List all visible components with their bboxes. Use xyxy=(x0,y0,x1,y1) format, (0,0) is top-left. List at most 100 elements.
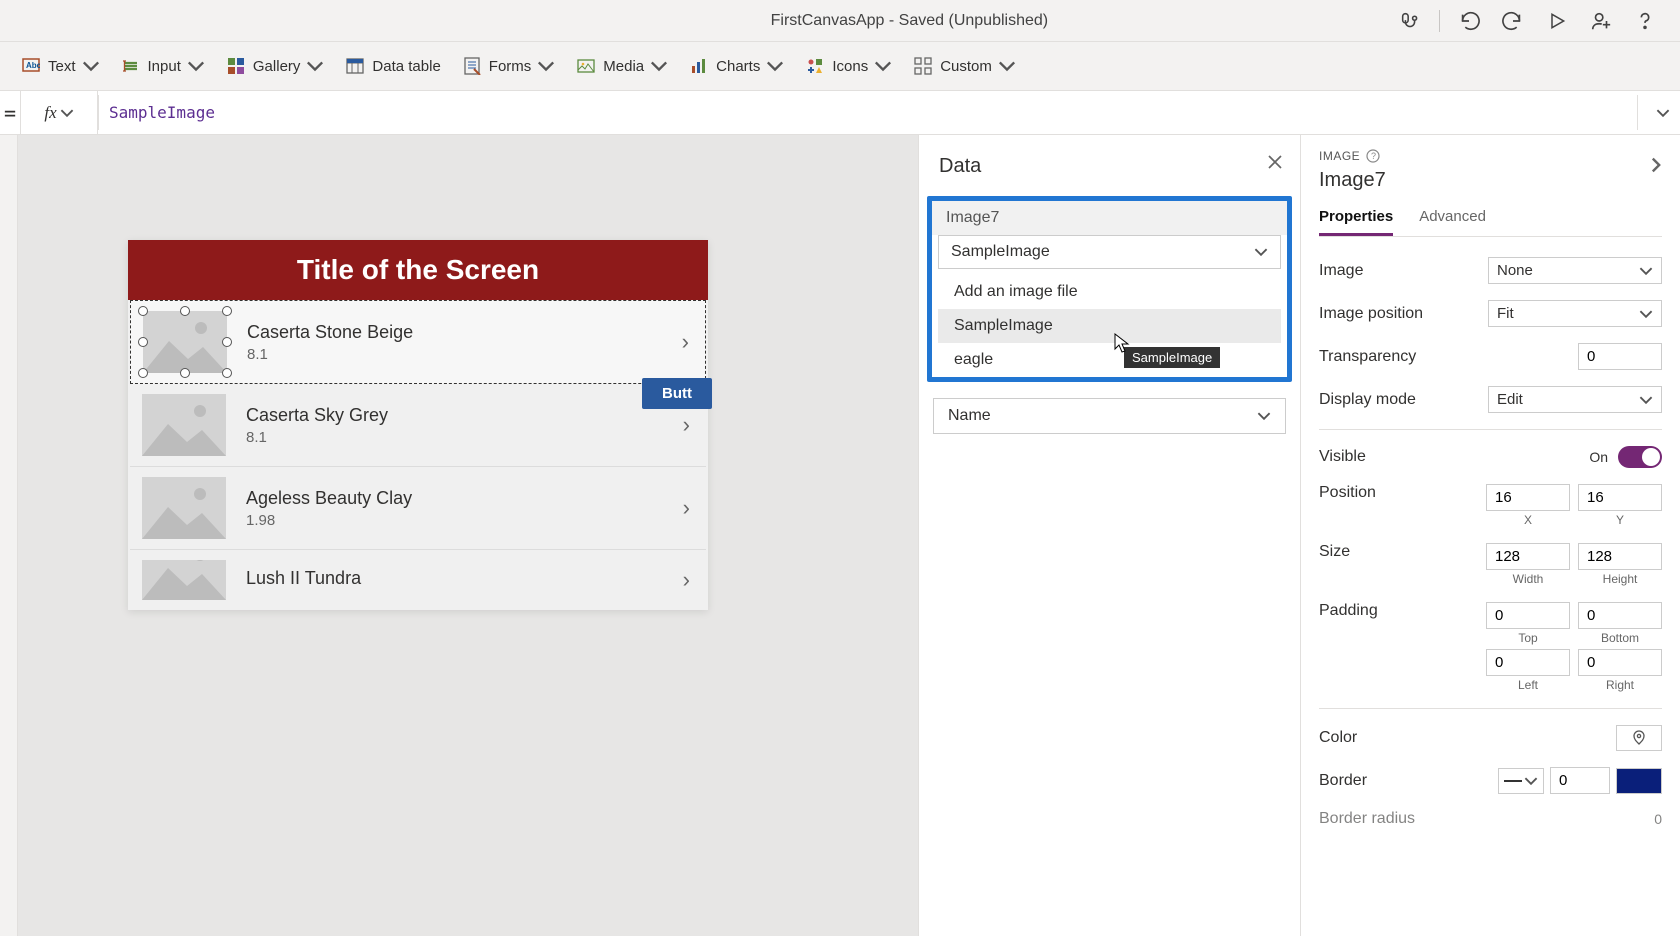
title-bar: FirstCanvasApp - Saved (Unpublished) xyxy=(0,0,1680,42)
prop-displaymode-label: Display mode xyxy=(1319,391,1416,409)
name-dropdown[interactable]: Name xyxy=(933,398,1286,434)
padding-bottom-input[interactable] xyxy=(1578,602,1662,629)
position-y-input[interactable] xyxy=(1578,484,1662,511)
border-radius-value: 0 xyxy=(1654,811,1662,827)
chevron-right-icon[interactable]: › xyxy=(683,495,694,521)
tooltip: SampleImage xyxy=(1124,347,1220,368)
help-icon[interactable] xyxy=(1630,6,1660,36)
charts-tool[interactable]: Charts xyxy=(690,57,784,75)
forms-tool-label: Forms xyxy=(489,58,532,75)
position-x-input[interactable] xyxy=(1486,484,1570,511)
border-style-picker[interactable] xyxy=(1498,768,1544,794)
input-tool[interactable]: Input xyxy=(122,57,205,75)
custom-tool[interactable]: Custom xyxy=(914,57,1016,75)
play-icon[interactable] xyxy=(1542,6,1572,36)
close-icon[interactable] xyxy=(1266,153,1284,174)
color-picker[interactable] xyxy=(1616,725,1662,751)
size-height-input[interactable] xyxy=(1578,543,1662,570)
chevron-right-icon[interactable]: › xyxy=(683,412,694,438)
border-width-input[interactable] xyxy=(1550,767,1610,794)
prop-image-label: Image xyxy=(1319,262,1363,280)
datatable-tool[interactable]: Data table xyxy=(346,57,440,75)
formula-value: SampleImage xyxy=(109,103,215,122)
forms-tool[interactable]: Forms xyxy=(463,57,556,75)
gallery-item-1[interactable]: Caserta Sky Grey 8.1 › xyxy=(130,384,706,467)
help-icon[interactable]: ? xyxy=(1366,149,1380,163)
item-title: Lush II Tundra xyxy=(246,568,683,589)
prop-transparency-input[interactable] xyxy=(1578,343,1662,370)
tab-advanced[interactable]: Advanced xyxy=(1419,202,1486,236)
health-icon[interactable] xyxy=(1395,6,1425,36)
app-canvas: Title of the Screen Caserta Stone Beige … xyxy=(128,240,708,610)
screen-title: Title of the Screen xyxy=(128,240,708,300)
chevron-right-icon[interactable]: › xyxy=(683,567,694,593)
media-tool-label: Media xyxy=(603,58,644,75)
separator xyxy=(1439,10,1440,32)
text-tool[interactable]: Abc Text xyxy=(22,57,100,75)
icons-tool[interactable]: Icons xyxy=(806,57,892,75)
svg-text:Abc: Abc xyxy=(26,61,40,70)
dropdown-option-add-image[interactable]: Add an image file xyxy=(938,275,1281,309)
prop-borderradius-label: Border radius xyxy=(1319,810,1415,828)
gallery-item-3[interactable]: Lush II Tundra › xyxy=(130,550,706,610)
equals-label: = xyxy=(0,91,20,134)
control-type-label: IMAGE ? xyxy=(1319,149,1662,163)
image-placeholder-icon xyxy=(142,394,226,456)
prop-border-label: Border xyxy=(1319,772,1367,790)
media-tool[interactable]: Media xyxy=(577,57,668,75)
gallery-tool-label: Gallery xyxy=(253,58,301,75)
gallery-item-0[interactable]: Caserta Stone Beige 8.1 › xyxy=(130,300,706,384)
tab-properties[interactable]: Properties xyxy=(1319,202,1393,236)
undo-icon[interactable] xyxy=(1454,6,1484,36)
redo-icon[interactable] xyxy=(1498,6,1528,36)
prop-padding-label: Padding xyxy=(1319,602,1378,620)
gallery-tool[interactable]: Gallery xyxy=(227,57,325,75)
charts-tool-label: Charts xyxy=(716,58,760,75)
app-title: FirstCanvasApp - Saved (Unpublished) xyxy=(771,12,1048,30)
item-title: Caserta Stone Beige xyxy=(247,322,682,343)
left-rail[interactable] xyxy=(0,135,18,936)
canvas-button[interactable]: Butt xyxy=(642,378,712,409)
properties-panel: IMAGE ? Image7 Properties Advanced Image… xyxy=(1300,135,1680,936)
item-subtitle: 1.98 xyxy=(246,512,683,529)
dropdown-option-eagle[interactable]: eagle xyxy=(938,343,1281,377)
border-color-picker[interactable] xyxy=(1616,768,1662,794)
prop-image-select[interactable]: None xyxy=(1488,257,1662,284)
formula-bar: = fx SampleImage xyxy=(0,91,1680,135)
share-icon[interactable] xyxy=(1586,6,1616,36)
size-width-input[interactable] xyxy=(1486,543,1570,570)
item-title: Caserta Sky Grey xyxy=(246,405,683,426)
highlight-box: Image7 SampleImage Add an image file Sam… xyxy=(927,196,1292,382)
image-placeholder-icon xyxy=(142,477,226,539)
gallery-control[interactable]: Caserta Stone Beige 8.1 › Caserta Sky Gr… xyxy=(128,300,708,610)
control-name: Image7 xyxy=(1319,169,1662,192)
formula-input[interactable]: SampleImage xyxy=(98,95,1638,130)
field-label: Image7 xyxy=(932,201,1287,235)
padding-left-input[interactable] xyxy=(1486,649,1570,676)
insert-toolbar: Abc Text Input Gallery Data table Forms … xyxy=(0,42,1680,91)
formula-expand[interactable] xyxy=(1646,91,1680,134)
datatable-tool-label: Data table xyxy=(372,58,440,75)
prop-imageposition-label: Image position xyxy=(1319,305,1423,323)
prop-position-label: Position xyxy=(1319,484,1376,502)
dropdown-selected: SampleImage xyxy=(951,243,1050,261)
chevron-right-icon[interactable]: › xyxy=(682,329,693,355)
prop-imageposition-select[interactable]: Fit xyxy=(1488,300,1662,327)
fx-selector[interactable]: fx xyxy=(20,91,98,134)
visible-toggle[interactable] xyxy=(1618,446,1662,468)
prop-displaymode-select[interactable]: Edit xyxy=(1488,386,1662,413)
toggle-state-label: On xyxy=(1589,449,1608,465)
prop-size-label: Size xyxy=(1319,543,1350,561)
expand-icon[interactable] xyxy=(1648,157,1664,176)
dropdown-option-sampleimage[interactable]: SampleImage xyxy=(938,309,1281,343)
padding-top-input[interactable] xyxy=(1486,602,1570,629)
image-placeholder-icon xyxy=(142,560,226,600)
image-source-dropdown[interactable]: SampleImage xyxy=(938,235,1281,269)
item-subtitle: 8.1 xyxy=(246,429,683,446)
image-placeholder-icon[interactable] xyxy=(143,311,227,373)
padding-right-input[interactable] xyxy=(1578,649,1662,676)
gallery-item-2[interactable]: Ageless Beauty Clay 1.98 › xyxy=(130,467,706,550)
data-panel: Data Image7 SampleImage Add an image fil… xyxy=(918,135,1300,936)
canvas-area[interactable]: Title of the Screen Caserta Stone Beige … xyxy=(18,135,918,936)
prop-color-label: Color xyxy=(1319,729,1357,747)
